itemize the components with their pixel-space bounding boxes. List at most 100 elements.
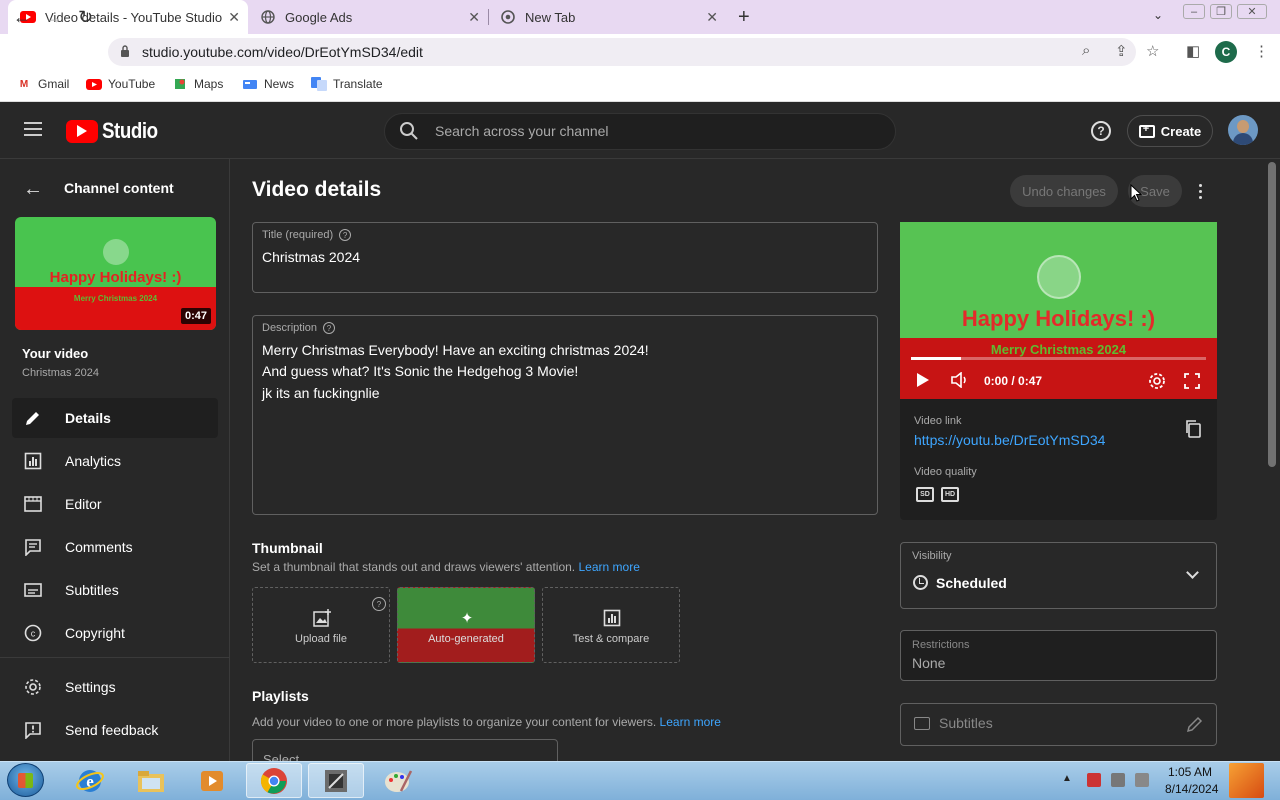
tab-google-ads[interactable]: Google Ads ✕: [248, 0, 488, 34]
bookmark-news[interactable]: News: [242, 77, 294, 91]
start-button[interactable]: [7, 763, 44, 797]
pencil-icon: [23, 408, 43, 428]
player-progress-bar[interactable]: [911, 357, 1206, 360]
show-hidden-icons-icon[interactable]: ▲: [1062, 773, 1076, 787]
browser-menu-icon[interactable]: ⋮: [1254, 42, 1269, 60]
tab-title: New Tab: [525, 9, 576, 25]
test-compare-thumbnail-button[interactable]: Test & compare: [542, 587, 680, 663]
description-line[interactable]: Merry Christmas Everybody! Have an excit…: [262, 342, 649, 358]
description-line[interactable]: jk its an fuckingnlie: [262, 385, 380, 401]
playlists-learn-more-link[interactable]: Learn more: [660, 715, 721, 729]
video-thumbnail[interactable]: Happy Holidays! :) Merry Christmas 2024 …: [15, 217, 216, 330]
taskbar-clock-date[interactable]: 8/14/2024: [1165, 782, 1218, 796]
tab-search-chevron-icon[interactable]: ⌄: [1153, 8, 1163, 22]
video-quality-label: Video quality: [914, 466, 977, 478]
video-player[interactable]: Happy Holidays! :) Merry Christmas 2024: [900, 222, 1217, 399]
bookmark-star-icon[interactable]: ☆: [1146, 42, 1159, 60]
tab-close-icon[interactable]: ✕: [706, 9, 718, 26]
game-app-icon: [325, 769, 347, 792]
taskbar-chrome[interactable]: [246, 763, 302, 798]
play-icon[interactable]: [917, 373, 929, 387]
sidebar-item-editor[interactable]: Editor: [12, 484, 218, 524]
video-link[interactable]: https://youtu.be/DrEotYmSD34: [914, 432, 1105, 448]
news-icon: [242, 77, 258, 91]
playlists-subtitle: Add your video to one or more playlists …: [252, 715, 721, 729]
sparkle-icon: ✦: [460, 610, 474, 627]
youtube-studio-logo[interactable]: Studio: [66, 118, 167, 144]
account-avatar[interactable]: [1228, 115, 1258, 145]
profile-avatar[interactable]: C: [1215, 41, 1237, 63]
url-text[interactable]: studio.youtube.com/video/DrEotYmSD34/edi…: [142, 44, 423, 60]
zoom-icon[interactable]: ⌕: [1082, 42, 1090, 59]
new-tab-plus-icon[interactable]: +: [738, 6, 750, 29]
help-circle-icon[interactable]: ?: [372, 597, 386, 611]
title-input[interactable]: Christmas 2024: [262, 249, 360, 265]
bookmark-youtube[interactable]: YouTube: [86, 77, 155, 91]
sidebar-item-send-feedback[interactable]: Send feedback: [12, 710, 218, 750]
taskbar-paint[interactable]: [370, 763, 426, 798]
analytics-icon: [603, 609, 621, 627]
back-arrow-icon[interactable]: ←: [23, 178, 43, 201]
forward-arrow-icon[interactable]: →: [45, 7, 63, 28]
side-panel-icon[interactable]: ◧: [1186, 42, 1200, 60]
help-circle-icon[interactable]: ?: [323, 322, 336, 334]
sidebar-item-details[interactable]: Details: [12, 398, 218, 438]
reload-icon[interactable]: ↻: [78, 7, 93, 28]
taskbar-game-app[interactable]: [308, 763, 364, 798]
thumbnail-title: Thumbnail: [252, 540, 323, 556]
action-center-icon[interactable]: [1087, 773, 1101, 787]
show-desktop-button[interactable]: [1229, 763, 1264, 798]
sidebar-item-comments[interactable]: Comments: [12, 527, 218, 567]
tab-close-icon[interactable]: ✕: [228, 9, 240, 26]
hd-quality-badge: HD: [941, 487, 959, 502]
mouse-cursor-icon: [1130, 183, 1143, 203]
create-button[interactable]: Create: [1127, 115, 1213, 147]
youtube-icon: [86, 77, 102, 91]
share-icon[interactable]: ⇪: [1115, 42, 1128, 60]
description-field-label: Description ?: [262, 322, 336, 334]
help-icon[interactable]: ?: [1091, 121, 1111, 141]
fullscreen-icon[interactable]: [1184, 373, 1200, 389]
subtitles-icon: [23, 580, 43, 600]
thumbnail-learn-more-link[interactable]: Learn more: [579, 560, 640, 574]
more-options-icon[interactable]: [1192, 180, 1208, 202]
taskbar-file-explorer[interactable]: [123, 763, 179, 798]
taskbar-internet-explorer[interactable]: e: [62, 763, 118, 798]
taskbar-media-player[interactable]: [184, 763, 240, 798]
tab-youtube-studio[interactable]: Video details - YouTube Studio ✕: [8, 0, 248, 34]
lock-icon[interactable]: [120, 45, 130, 60]
help-circle-icon[interactable]: ?: [339, 229, 352, 241]
edit-pencil-icon[interactable]: [1186, 715, 1204, 733]
page-scrollbar[interactable]: [1268, 162, 1276, 467]
minimize-icon[interactable]: –: [1183, 4, 1205, 19]
bookmark-translate[interactable]: Translate: [311, 77, 383, 91]
upload-thumbnail-button[interactable]: Upload file ?: [252, 587, 390, 663]
volume-icon[interactable]: [951, 371, 969, 389]
tab-new-tab[interactable]: New Tab ✕: [488, 0, 726, 34]
sidebar-item-analytics[interactable]: Analytics: [12, 441, 218, 481]
auto-generated-thumbnail-button[interactable]: ✦ Auto-generated: [397, 587, 535, 663]
restore-icon[interactable]: ❐: [1210, 4, 1232, 19]
search-icon[interactable]: [399, 121, 419, 141]
bookmark-maps[interactable]: Maps: [172, 77, 223, 91]
description-line[interactable]: And guess what? It's Sonic the Hedgehog …: [262, 363, 578, 379]
network-icon[interactable]: [1111, 773, 1125, 787]
tab-close-icon[interactable]: ✕: [468, 9, 480, 26]
close-window-icon[interactable]: ✕: [1237, 4, 1267, 19]
bookmark-gmail[interactable]: M Gmail: [16, 77, 70, 91]
feedback-icon: [23, 720, 43, 740]
hamburger-menu-icon[interactable]: [24, 122, 42, 136]
restrictions-label: Restrictions: [912, 639, 970, 651]
internet-explorer-icon: e: [76, 769, 104, 792]
player-badge: [1037, 255, 1081, 299]
copy-icon[interactable]: [1185, 420, 1201, 438]
back-arrow-icon[interactable]: ←: [13, 7, 31, 28]
player-settings-gear-icon[interactable]: [1148, 372, 1166, 390]
sidebar-item-settings[interactable]: Settings: [12, 667, 218, 707]
volume-muted-icon[interactable]: [1135, 773, 1149, 787]
sidebar-item-subtitles[interactable]: Subtitles: [12, 570, 218, 610]
taskbar-clock-time[interactable]: 1:05 AM: [1168, 765, 1212, 779]
channel-content-link[interactable]: Channel content: [64, 180, 174, 196]
sidebar-item-copyright[interactable]: c Copyright: [12, 613, 218, 653]
undo-changes-button[interactable]: Undo changes: [1010, 175, 1118, 207]
